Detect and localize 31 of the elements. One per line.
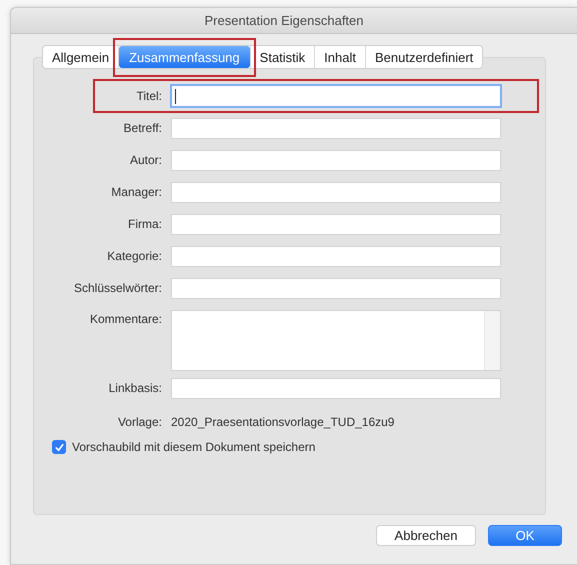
input-field[interactable] xyxy=(171,246,501,266)
field-label: Firma: xyxy=(127,217,163,231)
checkbox-label: Vorschaubild mit diesem Dokument speichern xyxy=(72,440,316,454)
checkmark-icon xyxy=(54,442,64,452)
field-label: Kategorie: xyxy=(106,249,163,263)
input-field[interactable] xyxy=(171,278,501,298)
input-field[interactable] xyxy=(171,182,501,202)
tab[interactable]: Inhalt xyxy=(315,46,365,68)
input-field[interactable] xyxy=(171,214,501,234)
window-title: Presentation Eigenschaften xyxy=(204,13,364,28)
field-label: Vorlage: xyxy=(116,415,163,429)
input-field[interactable] xyxy=(171,150,501,170)
comment-field[interactable] xyxy=(171,310,501,371)
tab[interactable]: Allgemein xyxy=(43,46,118,68)
input-field[interactable] xyxy=(171,378,501,398)
field-label: Schlüsselwörter: xyxy=(72,281,163,295)
checkbox[interactable] xyxy=(52,440,66,454)
field-label: Autor: xyxy=(128,153,163,167)
text-cursor xyxy=(175,88,176,104)
field-label: Titel: xyxy=(135,89,163,103)
input-field[interactable] xyxy=(171,118,501,138)
field-label: Linkbasis: xyxy=(108,381,163,395)
tab[interactable]: Benutzerdefiniert xyxy=(366,46,482,68)
tab[interactable]: Statistik xyxy=(250,46,314,68)
template-name: 2020_Praesentationsvorlage_TUD_16zu9 xyxy=(171,415,394,429)
cancel-button[interactable]: Abbrechen xyxy=(376,525,476,546)
field-label: Manager: xyxy=(110,185,163,199)
scrollbar-track xyxy=(484,311,500,370)
field-label: Betreff: xyxy=(122,121,163,135)
field-label: Kommentare: xyxy=(88,311,163,326)
input-field[interactable] xyxy=(170,84,502,108)
